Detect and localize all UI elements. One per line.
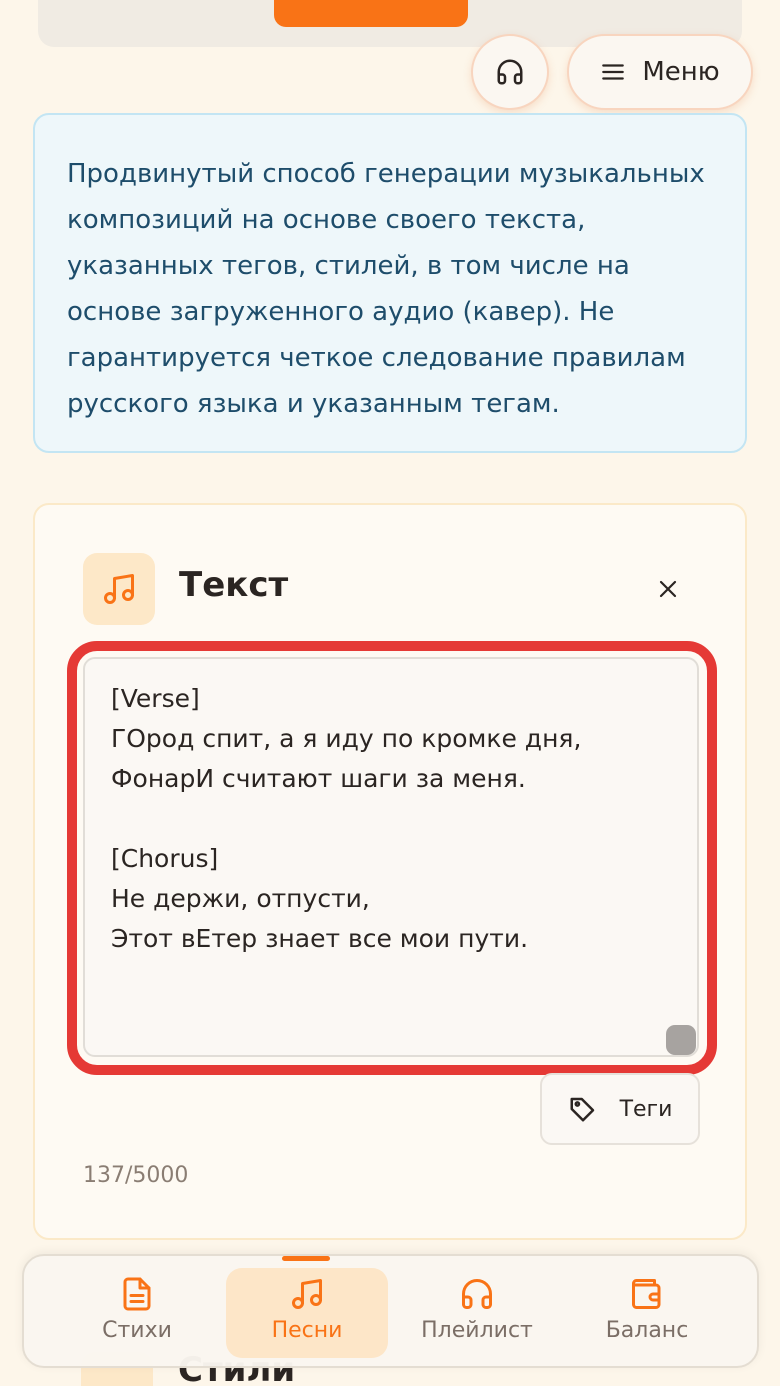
- hamburger-icon: [602, 64, 625, 80]
- tags-button[interactable]: Теги: [540, 1073, 700, 1145]
- menu-label: Меню: [642, 57, 720, 87]
- headphones-icon: [497, 59, 523, 85]
- char-counter: 137/5000: [83, 1163, 189, 1188]
- wallet-icon: [632, 1279, 661, 1309]
- tag-icon: [570, 1097, 594, 1122]
- nav-label: Плейлист: [421, 1318, 533, 1343]
- music-note-icon: [104, 574, 134, 604]
- nav-item-poems[interactable]: Стихи: [56, 1268, 218, 1358]
- listen-button[interactable]: [471, 34, 549, 110]
- card-title: Текст: [179, 565, 289, 605]
- menu-button[interactable]: Меню: [567, 34, 753, 110]
- nav-item-playlist[interactable]: Плейлист: [396, 1268, 558, 1358]
- document-icon: [123, 1277, 151, 1311]
- nav-label: Песни: [271, 1318, 343, 1343]
- active-indicator: [282, 1256, 330, 1261]
- lyrics-textarea[interactable]: [Verse] ГОрод спит, а я иду по кромке дн…: [83, 657, 699, 1057]
- info-box: Продвинутый способ генерации музыкальных…: [33, 113, 747, 453]
- close-button[interactable]: [650, 571, 686, 607]
- nav-label: Стихи: [102, 1318, 172, 1343]
- bottom-nav: Стихи Песни Плейлист Баланс: [22, 1254, 759, 1368]
- card-icon-container: [83, 553, 155, 625]
- headphones-icon: [462, 1279, 492, 1309]
- close-icon: [659, 580, 677, 598]
- lyrics-card: Текст [Verse] ГОрод спит, а я иду по кро…: [33, 503, 747, 1240]
- top-tab-active[interactable]: [274, 0, 468, 27]
- info-text: Продвинутый способ генерации музыкальных…: [67, 159, 705, 419]
- nav-item-balance[interactable]: Баланс: [566, 1268, 728, 1358]
- nav-item-songs[interactable]: Песни: [226, 1256, 388, 1358]
- nav-label: Баланс: [605, 1318, 689, 1343]
- music-note-icon: [292, 1279, 322, 1309]
- tags-label: Теги: [619, 1096, 673, 1122]
- resize-handle[interactable]: [666, 1025, 696, 1055]
